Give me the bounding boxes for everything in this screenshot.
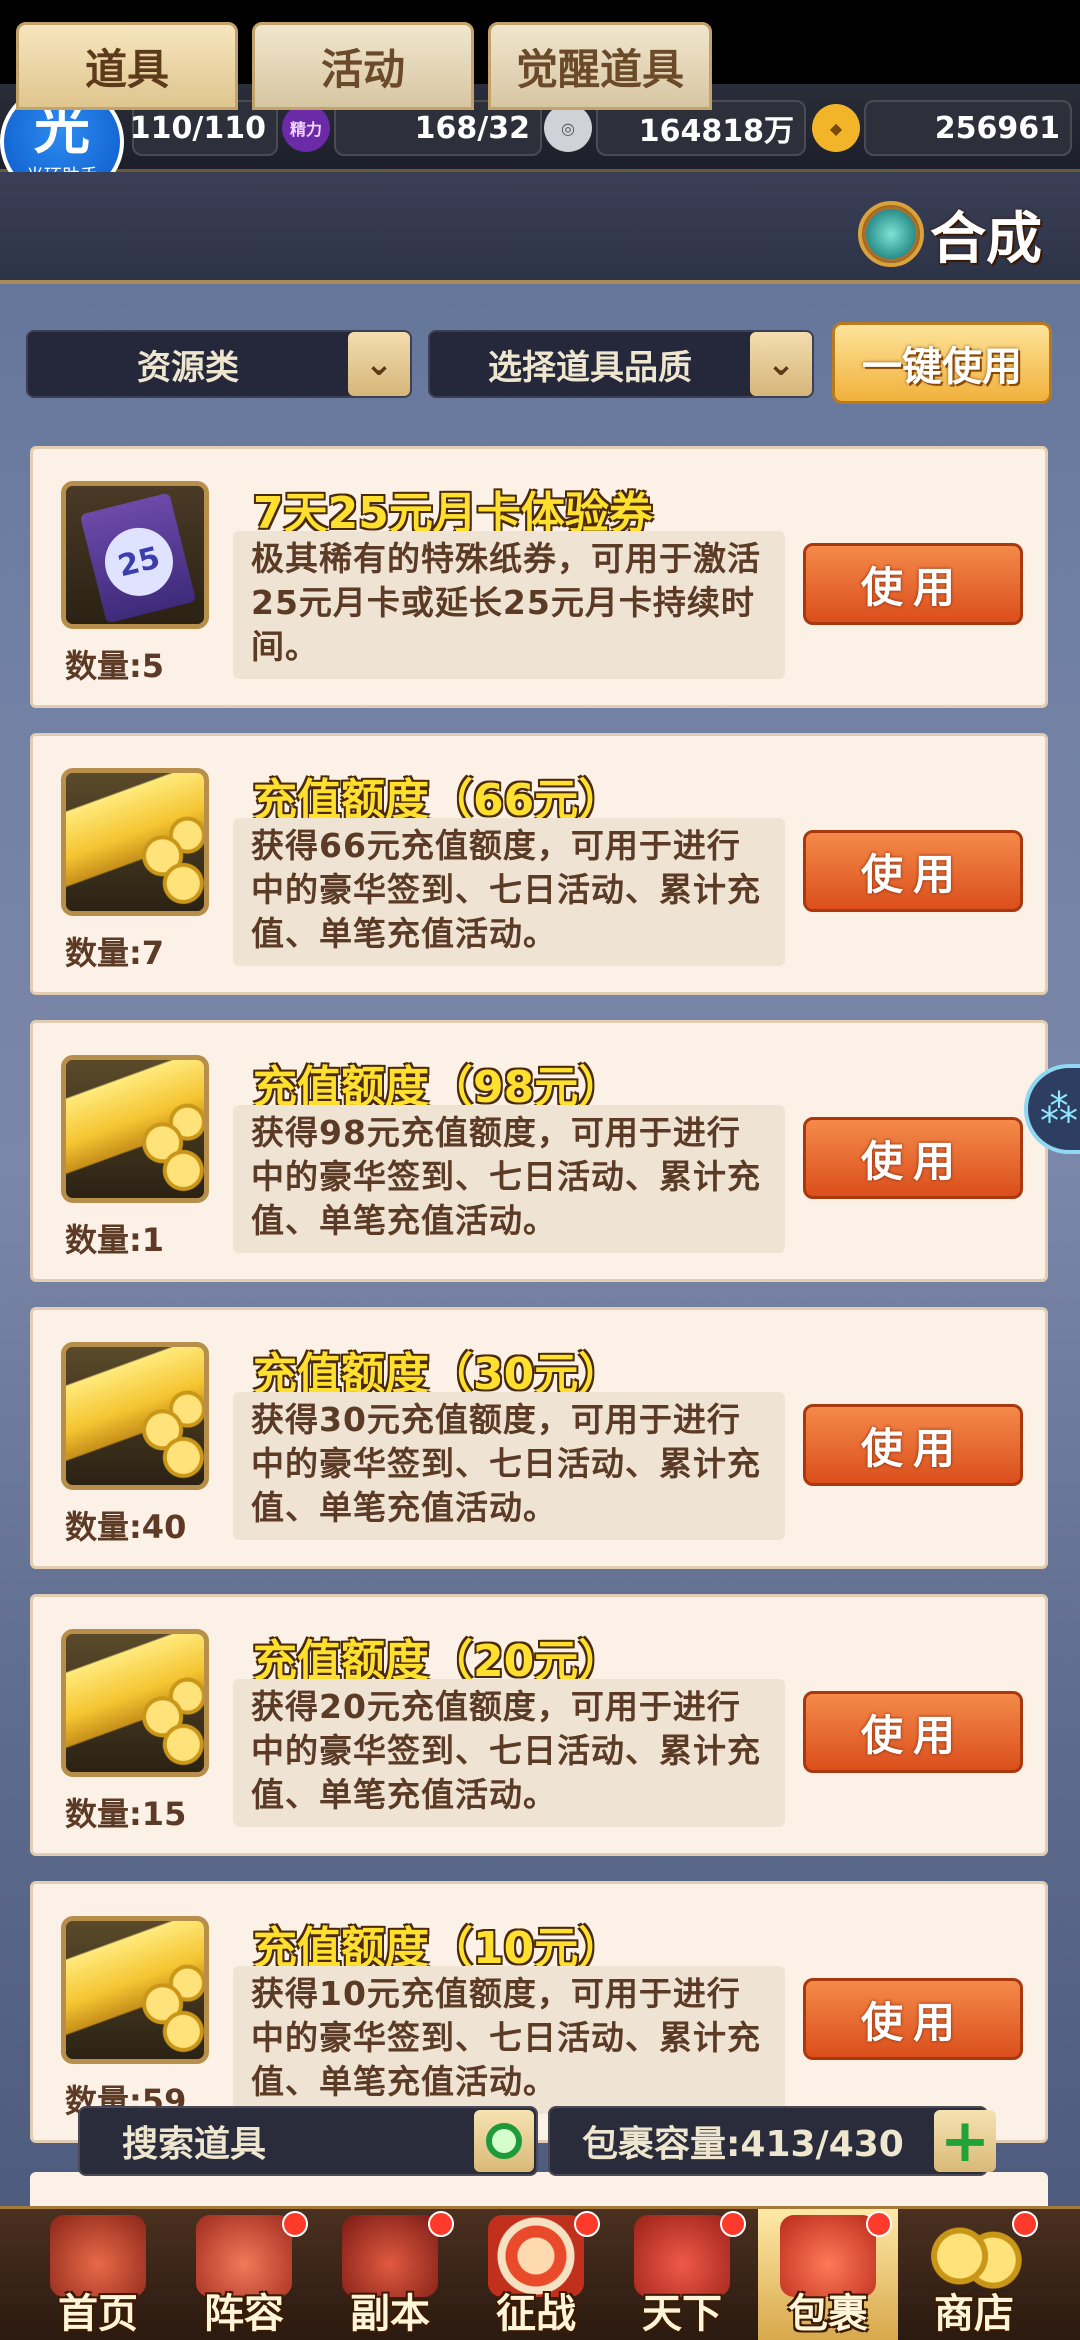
item-count: 数量:5 (65, 647, 165, 685)
notification-dot (574, 2211, 600, 2237)
gold-bars-icon[interactable] (61, 1629, 209, 1777)
gold-bars-icon[interactable] (61, 1055, 209, 1203)
notification-dot (720, 2211, 746, 2237)
item-description: 获得98元充值额度，可用于进行中的豪华签到、七日活动、累计充值、单笔充值活动。 (233, 1105, 785, 1253)
chevron-down-icon: ⌄ (348, 332, 410, 396)
item-card: 数量:1 充值额度（98元） 获得98元充值额度，可用于进行中的豪华签到、七日活… (30, 1020, 1048, 1282)
quality-select[interactable]: 选择道具品质 ⌄ (428, 330, 814, 398)
one-key-use-button[interactable]: 一键使用 (832, 322, 1052, 404)
nav-world-label: 天下 (642, 2291, 722, 2337)
energy-icon: 精力 (282, 104, 330, 152)
nav-campaign[interactable]: 征战 (466, 2209, 606, 2340)
nav-dungeon-label: 副本 (350, 2291, 430, 2337)
item-description: 极其稀有的特殊纸券，可用于激活25元月卡或延长25元月卡持续时间。 (233, 531, 785, 679)
nav-world[interactable]: 天下 (612, 2209, 752, 2340)
notification-dot (1012, 2211, 1038, 2237)
notification-dot (428, 2211, 454, 2237)
bag-capacity: 包裹容量:413/430 (548, 2106, 988, 2176)
item-card: 数量:15 充值额度（20元） 获得20元充值额度，可用于进行中的豪华签到、七日… (30, 1594, 1048, 1856)
item-card: 25 数量:5 7天25元月卡体验券 极其稀有的特殊纸券，可用于激活25元月卡或… (30, 446, 1048, 708)
nav-campaign-label: 征战 (496, 2291, 576, 2337)
item-count: 数量:7 (65, 934, 165, 972)
copper-coin-icon: ◎ (544, 104, 592, 152)
item-count: 数量:15 (65, 1795, 187, 1833)
nav-shop-label: 商店 (934, 2291, 1014, 2337)
tab-activity[interactable]: 活动 (252, 22, 474, 110)
item-card: 数量:40 充值额度（30元） 获得30元充值额度，可用于进行中的豪华签到、七日… (30, 1307, 1048, 1569)
gold-bars-icon[interactable] (61, 1342, 209, 1490)
tab-awaken-items[interactable]: 觉醒道具 (488, 22, 712, 110)
chevron-down-icon: ⌄ (750, 332, 812, 396)
item-count: 数量:40 (65, 1508, 187, 1546)
gold-bars-icon[interactable] (61, 768, 209, 916)
use-button[interactable]: 使用 (803, 1691, 1023, 1773)
gold-ingot-icon: ◆ (812, 104, 860, 152)
quality-select-label: 选择道具品质 (488, 347, 692, 388)
use-button[interactable]: 使用 (803, 1117, 1023, 1199)
tab-items[interactable]: 道具 (16, 22, 238, 110)
nav-bag-label: 包裹 (788, 2291, 868, 2337)
item-description: 获得66元充值额度，可用于进行中的豪华签到、七日活动、累计充值、单笔充值活动。 (233, 818, 785, 966)
bottom-nav: 首页 阵容 副本 征战 天下 包裹 商店 (0, 2206, 1080, 2340)
synthesize-label: 合成 (930, 206, 1042, 272)
item-card: 数量:59 充值额度（10元） 获得10元充值额度，可用于进行中的豪华签到、七日… (30, 1881, 1048, 2143)
nav-home[interactable]: 首页 (28, 2209, 168, 2340)
nav-dungeon[interactable]: 副本 (320, 2209, 460, 2340)
gold-bars-icon[interactable] (61, 1916, 209, 2064)
synthesize-icon (858, 201, 924, 267)
search-icon[interactable] (474, 2110, 534, 2172)
ingots-value: 256961 (864, 100, 1072, 156)
search-input[interactable]: 搜索道具 (78, 2106, 538, 2176)
monthly-card-ticket-icon[interactable]: 25 (61, 481, 209, 629)
nav-shop[interactable]: 商店 (904, 2209, 1044, 2340)
item-description: 获得30元充值额度，可用于进行中的豪华签到、七日活动、累计充值、单笔充值活动。 (233, 1392, 785, 1540)
nav-lineup[interactable]: 阵容 (174, 2209, 314, 2340)
item-count: 数量:1 (65, 1221, 165, 1259)
use-button[interactable]: 使用 (803, 543, 1023, 625)
category-select-label: 资源类 (137, 347, 239, 388)
notification-dot (866, 2211, 892, 2237)
use-button[interactable]: 使用 (803, 1404, 1023, 1486)
nav-bag[interactable]: 包裹 (758, 2209, 898, 2340)
item-description: 获得20元充值额度，可用于进行中的豪华签到、七日活动、累计充值、单笔充值活动。 (233, 1679, 785, 1827)
use-button[interactable]: 使用 (803, 830, 1023, 912)
category-select[interactable]: 资源类 ⌄ (26, 330, 412, 398)
use-button[interactable]: 使用 (803, 1978, 1023, 2060)
nav-home-label: 首页 (58, 2291, 138, 2337)
synthesize-button[interactable]: 合成 (858, 188, 1058, 280)
expand-capacity-button[interactable]: + (934, 2106, 996, 2176)
nav-lineup-label: 阵容 (204, 2291, 284, 2337)
notification-dot (282, 2211, 308, 2237)
item-card: 数量:7 充值额度（66元） 获得66元充值额度，可用于进行中的豪华签到、七日活… (30, 733, 1048, 995)
item-description: 获得10元充值额度，可用于进行中的豪华签到、七日活动、累计充值、单笔充值活动。 (233, 1966, 785, 2114)
